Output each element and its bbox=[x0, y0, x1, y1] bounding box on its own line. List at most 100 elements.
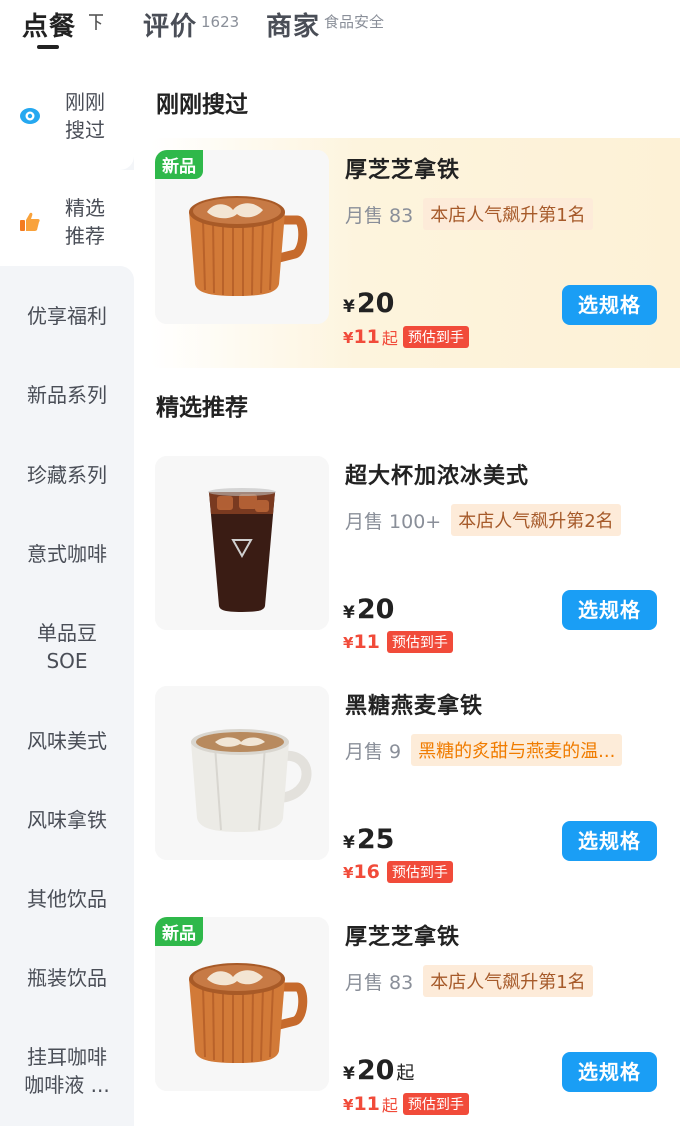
thumbs-up-icon bbox=[20, 212, 40, 231]
select-spec-button[interactable]: 选规格 bbox=[562, 590, 657, 630]
sidebar-item-line2: 推荐 bbox=[65, 224, 105, 248]
estimated-price: ¥11 bbox=[343, 1093, 380, 1115]
monthly-sales: 月售 83 bbox=[345, 204, 414, 227]
estimated-label: 预估到手 bbox=[386, 631, 453, 653]
sidebar-item-line1: 精选 bbox=[65, 196, 105, 220]
tab-reviews-label: 评价 bbox=[143, 12, 198, 42]
currency-symbol: ¥ bbox=[343, 1064, 355, 1084]
estimated-label: 预估到手 bbox=[386, 861, 453, 883]
product-name: 厚芝芝拿铁 bbox=[345, 925, 461, 950]
price-value: 20 bbox=[356, 594, 395, 625]
description-tag: 黑糖的炙甜与燕麦的温... bbox=[411, 734, 623, 766]
sidebar-item-line1: 单品豆 bbox=[37, 621, 97, 645]
tab-reviews[interactable]: 评价 1623 bbox=[143, 6, 239, 43]
product-card[interactable]: 黑糖燕麦拿铁 月售 9 黑糖的炙甜与燕麦的温... ¥25 ¥16 预估到手 选… bbox=[150, 674, 680, 904]
sidebar-active-cap bbox=[0, 266, 134, 280]
sidebar-item-label: 刚刚 搜过 bbox=[55, 88, 115, 144]
estimated-label: 预估到手 bbox=[402, 326, 469, 348]
top-tab-bar: 点餐 评价 1623 商家 食品安全 bbox=[0, 0, 680, 60]
sidebar-item-line1: 挂耳咖啡 bbox=[27, 1045, 107, 1069]
sidebar-item-line2: 咖啡液 ... bbox=[24, 1073, 110, 1097]
estimated-label: 预估到手 bbox=[402, 1093, 469, 1115]
iced-americano-image bbox=[155, 456, 329, 630]
estimated-price-value: 11 bbox=[353, 631, 380, 653]
price-value: 20 bbox=[356, 1055, 395, 1086]
sidebar-item-bottled-drinks[interactable]: 瓶装饮品 bbox=[0, 964, 134, 992]
estimated-price-row: ¥11 预估到手 bbox=[343, 631, 453, 653]
product-sales-row: 月售 83 本店人气飙升第1名 bbox=[345, 965, 593, 997]
estimated-price-value: 11 bbox=[353, 326, 380, 348]
product-price: ¥20 bbox=[343, 594, 396, 625]
tab-merchant-sub: 食品安全 bbox=[324, 13, 385, 31]
sidebar-item-line2: SOE bbox=[46, 649, 88, 673]
estimated-price-suffix: 起 bbox=[381, 1096, 398, 1115]
product-image: 新品 bbox=[155, 917, 329, 1091]
currency-symbol: ¥ bbox=[343, 297, 355, 317]
section-title-featured: 精选推荐 bbox=[156, 395, 248, 421]
estimated-price-value: 16 bbox=[353, 861, 380, 883]
tab-order-label: 点餐 bbox=[22, 12, 77, 42]
product-name: 厚芝芝拿铁 bbox=[345, 158, 461, 183]
active-tab-indicator bbox=[37, 45, 59, 49]
select-spec-button[interactable]: 选规格 bbox=[562, 285, 657, 325]
sidebar-item-reserve-series[interactable]: 珍藏系列 bbox=[0, 461, 134, 489]
tab-merchant[interactable]: 商家 食品安全 bbox=[266, 6, 384, 43]
product-card[interactable]: 新品 厚芝芝拿铁 月售 83 本店人气飙升第1名 ¥20 起 ¥11 起 预估到手… bbox=[150, 905, 680, 1126]
product-name: 黑糖燕麦拿铁 bbox=[345, 694, 484, 719]
product-image bbox=[155, 456, 329, 630]
sidebar-item-soe[interactable]: 单品豆 SOE bbox=[0, 619, 134, 675]
currency-symbol: ¥ bbox=[343, 329, 354, 347]
currency-symbol: ¥ bbox=[343, 603, 355, 623]
price-value: 20 bbox=[356, 288, 395, 319]
product-sales-row: 月售 100+ 本店人气飙升第2名 bbox=[345, 504, 621, 536]
sidebar-item-line1: 刚刚 bbox=[65, 90, 105, 114]
currency-symbol: ¥ bbox=[343, 634, 354, 652]
sort-icon[interactable] bbox=[87, 12, 105, 32]
tab-merchant-label: 商家 bbox=[266, 12, 321, 42]
sidebar-item-other-drinks[interactable]: 其他饮品 bbox=[0, 885, 134, 913]
select-spec-button[interactable]: 选规格 bbox=[562, 821, 657, 861]
sidebar-item-featured[interactable]: 精选 推荐 bbox=[0, 194, 134, 250]
product-card[interactable]: 超大杯加浓冰美式 月售 100+ 本店人气飙升第2名 ¥20 ¥11 预估到手 … bbox=[150, 444, 680, 674]
product-sales-row: 月售 83 本店人气飙升第1名 bbox=[345, 198, 593, 230]
ranking-tag: 本店人气飙升第2名 bbox=[451, 504, 621, 536]
estimated-price-row: ¥16 预估到手 bbox=[343, 861, 453, 883]
product-sales-row: 月售 9 黑糖的炙甜与燕麦的温... bbox=[345, 734, 623, 766]
new-badge: 新品 bbox=[155, 150, 203, 179]
sidebar-item-flavored-latte[interactable]: 风味拿铁 bbox=[0, 806, 134, 834]
monthly-sales: 月售 100+ bbox=[345, 510, 442, 533]
estimated-price-suffix: 起 bbox=[381, 329, 398, 348]
product-image: 新品 bbox=[155, 150, 329, 324]
currency-symbol: ¥ bbox=[343, 864, 354, 882]
price-suffix: 起 bbox=[396, 1063, 415, 1084]
sidebar-item-label: 精选 推荐 bbox=[55, 194, 115, 250]
white-mug-latte-image bbox=[155, 686, 329, 860]
estimated-price: ¥11 bbox=[343, 631, 380, 653]
tab-reviews-count: 1623 bbox=[201, 13, 240, 31]
select-spec-button[interactable]: 选规格 bbox=[562, 1052, 657, 1092]
estimated-price-row: ¥11 起 预估到手 bbox=[343, 325, 469, 349]
sidebar-item-espresso[interactable]: 意式咖啡 bbox=[0, 540, 134, 568]
estimated-price: ¥11 bbox=[343, 326, 380, 348]
product-card[interactable]: 新品 厚芝芝拿铁 月售 83 本店人气飙升第1名 ¥20 ¥11 起 预估到手 … bbox=[150, 138, 680, 368]
sidebar-item-recently-searched[interactable]: 刚刚 搜过 bbox=[0, 88, 134, 144]
estimated-price: ¥16 bbox=[343, 861, 380, 883]
price-value: 25 bbox=[356, 824, 395, 855]
monthly-sales: 月售 9 bbox=[345, 740, 402, 763]
sidebar-item-benefits[interactable]: 优享福利 bbox=[0, 302, 134, 330]
sidebar-item-flavored-americano[interactable]: 风味美式 bbox=[0, 727, 134, 755]
sidebar-item-drip-coffee[interactable]: 挂耳咖啡 咖啡液 ... bbox=[0, 1043, 134, 1099]
product-price: ¥20 起 bbox=[343, 1055, 414, 1086]
product-price: ¥20 bbox=[343, 288, 396, 319]
product-image bbox=[155, 686, 329, 860]
section-title-recent: 刚刚搜过 bbox=[156, 92, 248, 118]
estimated-price-value: 11 bbox=[353, 1093, 380, 1115]
sidebar-item-line2: 搜过 bbox=[65, 118, 105, 142]
sidebar-item-new-series[interactable]: 新品系列 bbox=[0, 381, 134, 409]
eye-icon bbox=[20, 108, 40, 124]
ranking-tag: 本店人气飙升第1名 bbox=[423, 965, 593, 997]
tab-order[interactable]: 点餐 bbox=[22, 6, 76, 43]
monthly-sales: 月售 83 bbox=[345, 971, 414, 994]
currency-symbol: ¥ bbox=[343, 833, 355, 853]
product-name: 超大杯加浓冰美式 bbox=[345, 464, 530, 489]
